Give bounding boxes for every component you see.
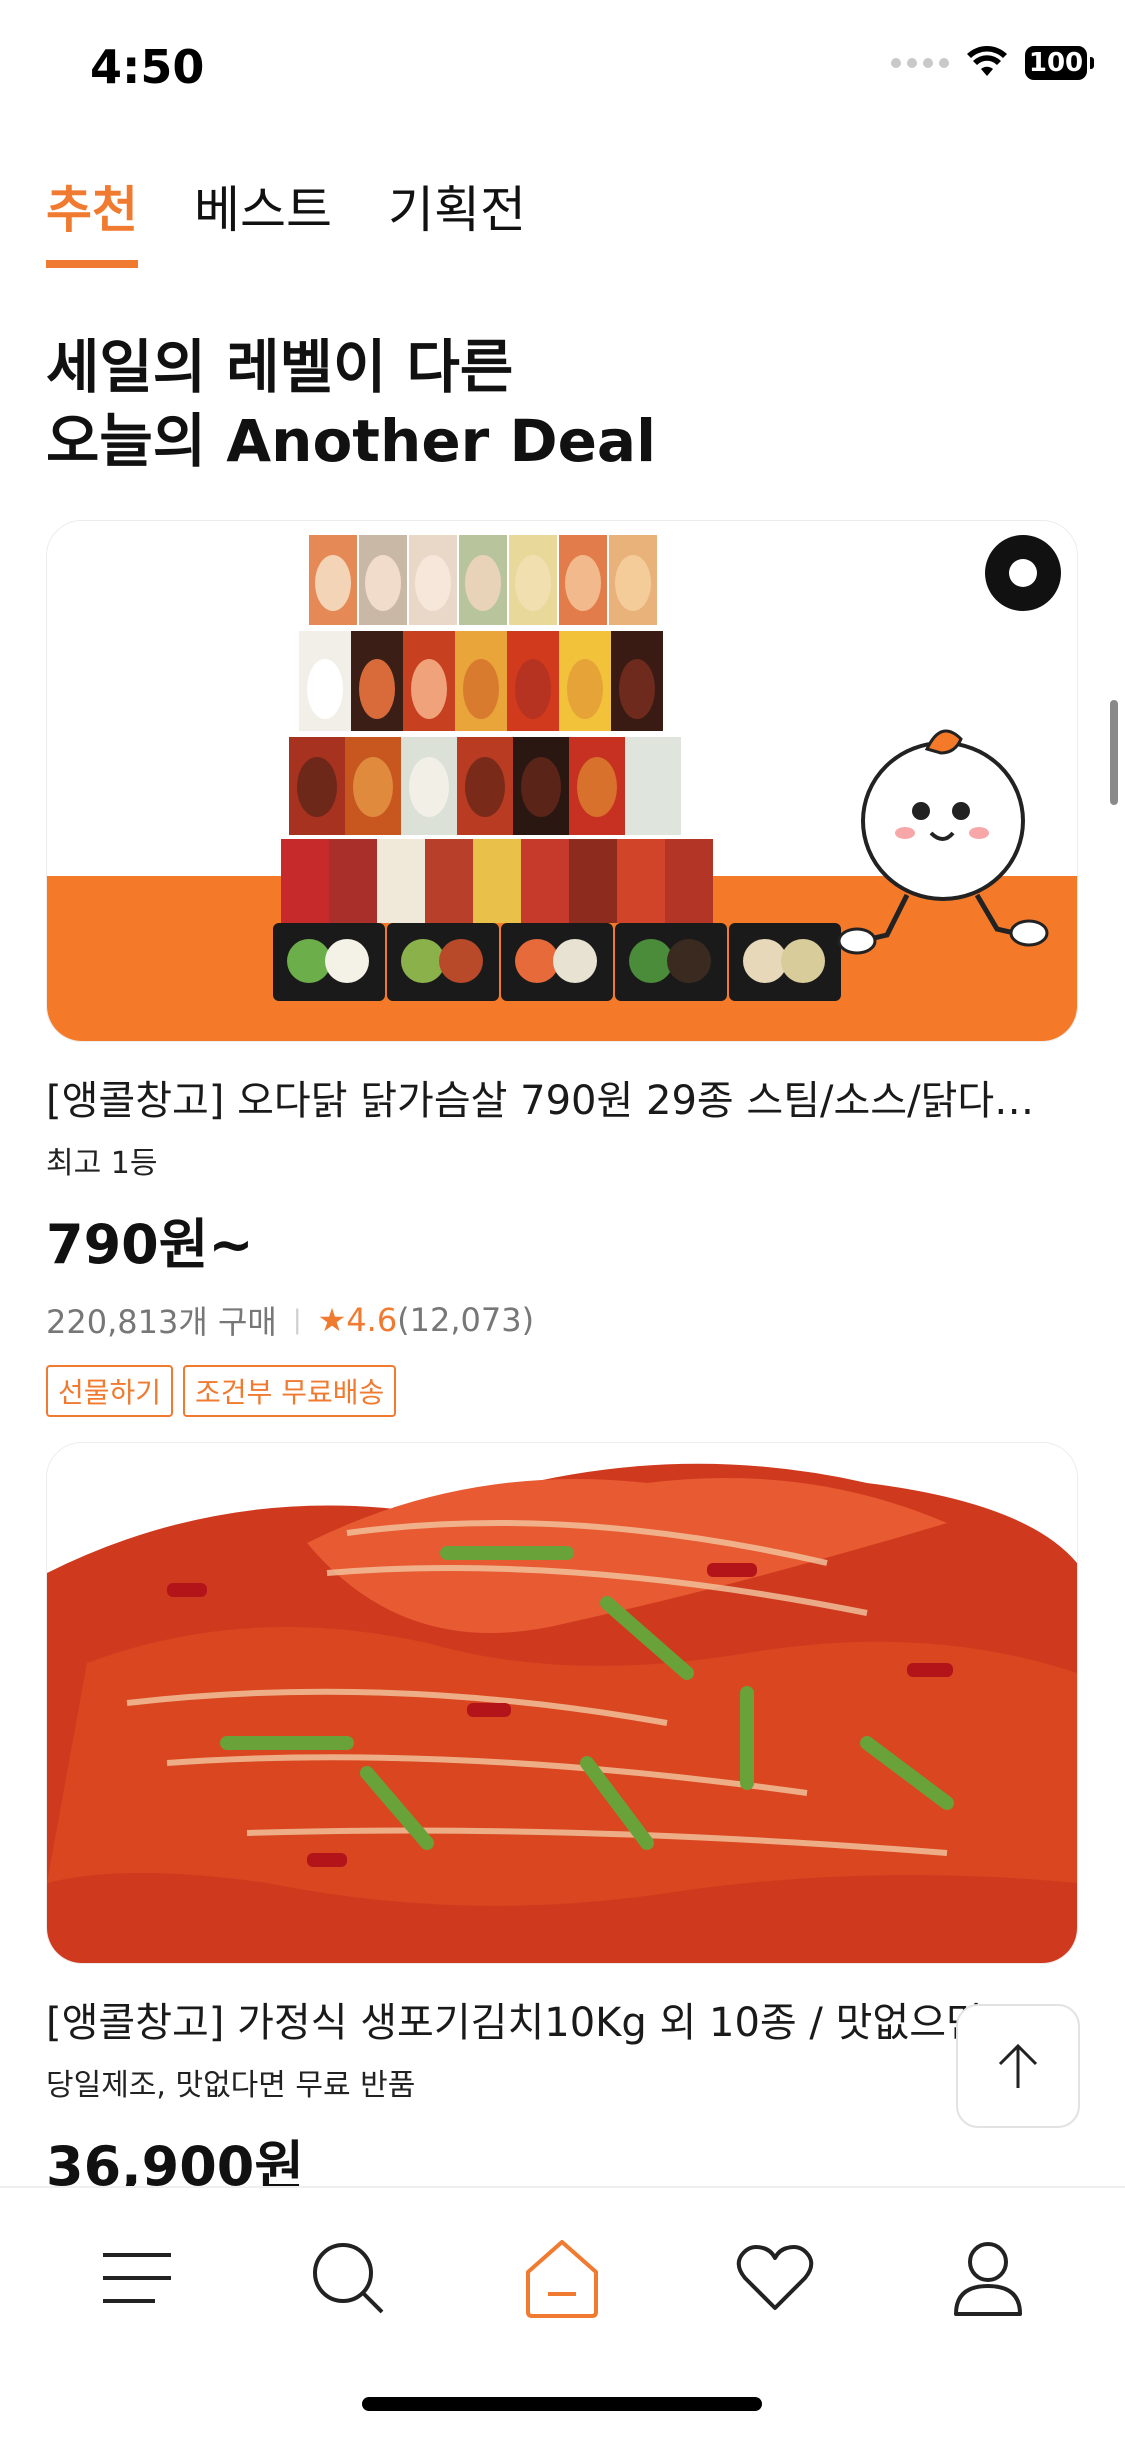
nav-menu[interactable]: [87, 2228, 187, 2328]
badge-gift: 선물하기: [46, 1365, 174, 1417]
home-indicator: [362, 2397, 762, 2411]
battery-level: 100: [1028, 48, 1084, 78]
tab-best[interactable]: 베스트: [194, 170, 332, 268]
product-meta: 220,813개 구매 | ★ 4.6 (12,073): [46, 1297, 1078, 1343]
top-tabs: 추천 베스트 기획전: [46, 170, 526, 268]
scrollbar-thumb[interactable]: [1110, 700, 1118, 805]
status-bar: 4:50 100: [0, 0, 1125, 140]
wifi-icon: [967, 46, 1007, 76]
nav-wishlist[interactable]: [725, 2228, 825, 2328]
headline-line2: 오늘의 Another Deal: [46, 407, 656, 475]
home-icon: [526, 2240, 598, 2318]
profile-icon: [954, 2242, 1022, 2316]
star-icon: ★: [317, 1301, 347, 1339]
rating-value: 4.6: [346, 1301, 398, 1339]
product-price: 790원~: [46, 1213, 254, 1276]
tab-recommend[interactable]: 추천: [46, 170, 138, 268]
review-count: (12,073): [397, 1301, 535, 1339]
tab-promotion[interactable]: 기획전: [388, 170, 526, 268]
battery-icon: 100: [1025, 46, 1094, 80]
product-subtitle: 당일제조, 맛없다면 무료 반품: [46, 2068, 416, 2103]
product-image[interactable]: [46, 1442, 1078, 1964]
purchase-count: 220,813개 구매: [46, 1303, 277, 1341]
product-card[interactable]: [앵콜창고] 가정식 생포기김치10Kg 외 10종 / 맛없으면 당일제조, …: [46, 1442, 1078, 2201]
kimchi-illustration: [47, 1443, 1077, 1963]
status-time: 4:50: [90, 40, 205, 94]
scroll-to-top-button[interactable]: [956, 2004, 1080, 2128]
product-badges: 선물하기 조건부 무료배송: [46, 1365, 1078, 1417]
product-title[interactable]: [앵콜창고] 오다닭 닭가슴살 790원 29종 스팀/소스/닭다…: [46, 1068, 1076, 1126]
product-image[interactable]: [46, 520, 1078, 1042]
heart-icon: [736, 2245, 814, 2310]
arrow-up-icon: [998, 2043, 1038, 2088]
nav-profile[interactable]: [938, 2228, 1038, 2328]
headline-line1: 세일의 레벨이 다른: [46, 333, 514, 401]
meta-divider: |: [292, 1305, 302, 1335]
signal-icon: [891, 58, 949, 68]
nav-search[interactable]: [298, 2228, 398, 2328]
section-headline: 세일의 레벨이 다른 오늘의 Another Deal: [46, 330, 656, 478]
product-title[interactable]: [앵콜창고] 가정식 생포기김치10Kg 외 10종 / 맛없으면: [46, 1990, 1076, 2048]
brand-logo: [985, 535, 1061, 611]
nav-home[interactable]: [512, 2228, 612, 2328]
search-icon: [313, 2243, 384, 2314]
badge-free-shipping: 조건부 무료배송: [183, 1365, 397, 1417]
menu-icon: [103, 2253, 171, 2303]
product-subtitle: 최고 1등: [46, 1146, 158, 1181]
product-card[interactable]: [앵콜창고] 오다닭 닭가슴살 790원 29종 스팀/소스/닭다… 최고 1등…: [46, 520, 1078, 1417]
chicken-product-illustration: [47, 521, 1077, 1041]
status-icons: 100: [891, 46, 1094, 80]
